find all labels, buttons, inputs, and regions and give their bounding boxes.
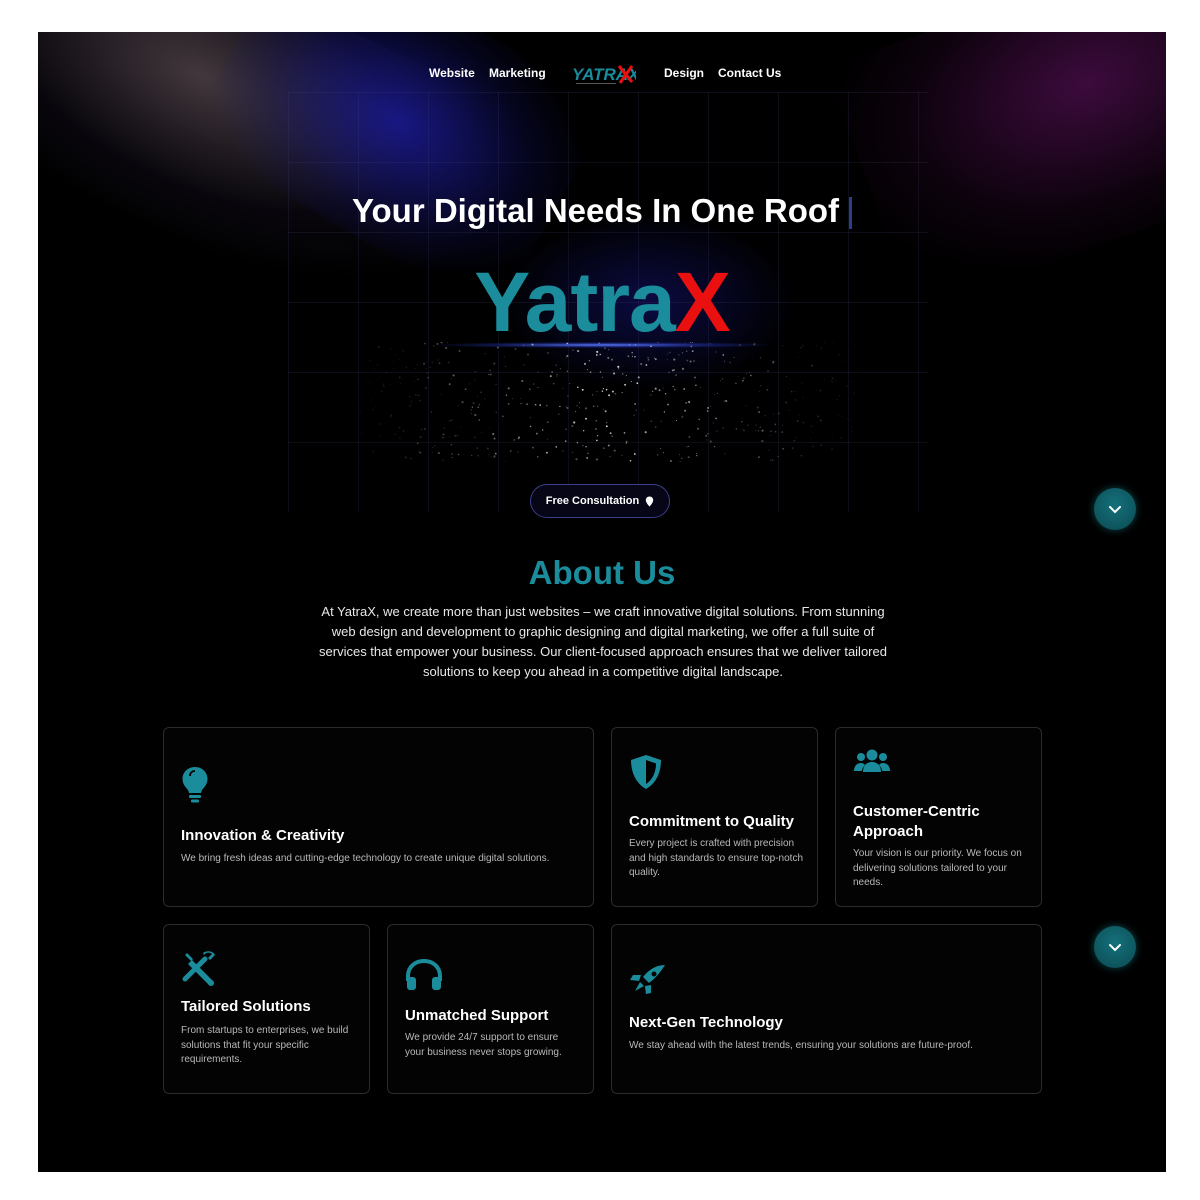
map-pin-icon xyxy=(646,496,654,506)
nav-link-contact[interactable]: Contact Us xyxy=(718,66,781,80)
scroll-down-button-secondary[interactable] xyxy=(1094,926,1136,968)
brand-part-x: X xyxy=(674,255,731,349)
hero-brand: YatraX xyxy=(38,254,1166,351)
tools-icon xyxy=(182,951,215,986)
page-frame: Website Marketing YATRAX Design Contact … xyxy=(38,32,1166,1172)
brand-part-yatra: Yatra xyxy=(474,255,675,349)
feature-card-technology: Next-Gen Technology We stay ahead with t… xyxy=(611,924,1042,1094)
feature-desc: Your vision is our priority. We focus on… xyxy=(853,848,1022,888)
chevron-down-icon xyxy=(1109,505,1121,513)
headphones-icon xyxy=(406,959,442,990)
feature-title: Unmatched Support xyxy=(405,1007,549,1024)
feature-card-customer: Customer-Centric Approach Your vision is… xyxy=(835,727,1042,907)
users-icon xyxy=(854,749,890,772)
nav-link-marketing[interactable]: Marketing xyxy=(489,66,546,80)
feature-title: Tailored Solutions xyxy=(181,998,311,1015)
feature-desc: We stay ahead with the latest trends, en… xyxy=(629,1040,973,1051)
hero-title: Your Digital Needs In One Roof xyxy=(38,192,1166,230)
free-consultation-button[interactable]: Free Consultation xyxy=(530,484,670,518)
feature-title: Innovation & Creativity xyxy=(181,827,345,844)
feature-title: Next-Gen Technology xyxy=(629,1014,783,1031)
nav-link-website[interactable]: Website xyxy=(429,66,475,80)
top-nav: Website Marketing YATRAX Design Contact … xyxy=(38,58,1166,88)
hero-title-text: Your Digital Needs In One Roof xyxy=(351,192,840,229)
typing-caret xyxy=(849,197,853,230)
shield-icon xyxy=(631,755,661,789)
nav-link-design[interactable]: Design xyxy=(664,66,704,80)
about-text: At YatraX, we create more than just webs… xyxy=(319,604,887,679)
feature-desc: We provide 24/7 support to ensure your b… xyxy=(405,1032,562,1058)
chevron-down-icon xyxy=(1109,943,1121,951)
particle-field xyxy=(364,342,855,462)
cta-label: Free Consultation xyxy=(545,495,640,507)
feature-desc: From startups to enterprises, we build s… xyxy=(181,1025,349,1065)
feature-title: Customer-Centric Approach xyxy=(853,803,980,840)
feature-title: Commitment to Quality xyxy=(629,813,795,830)
feature-desc: Every project is crafted with precision … xyxy=(629,838,804,878)
scroll-down-button[interactable] xyxy=(1094,488,1136,530)
feature-card-support: Unmatched Support We provide 24/7 suppor… xyxy=(387,924,594,1094)
rocket-icon xyxy=(630,965,665,994)
about-title: About Us xyxy=(528,554,676,591)
lightbulb-icon xyxy=(182,767,208,803)
feature-card-tailored: Tailored Solutions From startups to ente… xyxy=(163,924,370,1094)
feature-card-quality: Commitment to Quality Every project is c… xyxy=(611,727,818,907)
feature-desc: We bring fresh ideas and cutting-edge te… xyxy=(181,853,550,864)
feature-card-innovation: Innovation & Creativity We bring fresh i… xyxy=(163,727,594,907)
yatrax-logo[interactable]: YATRAX xyxy=(570,62,636,88)
